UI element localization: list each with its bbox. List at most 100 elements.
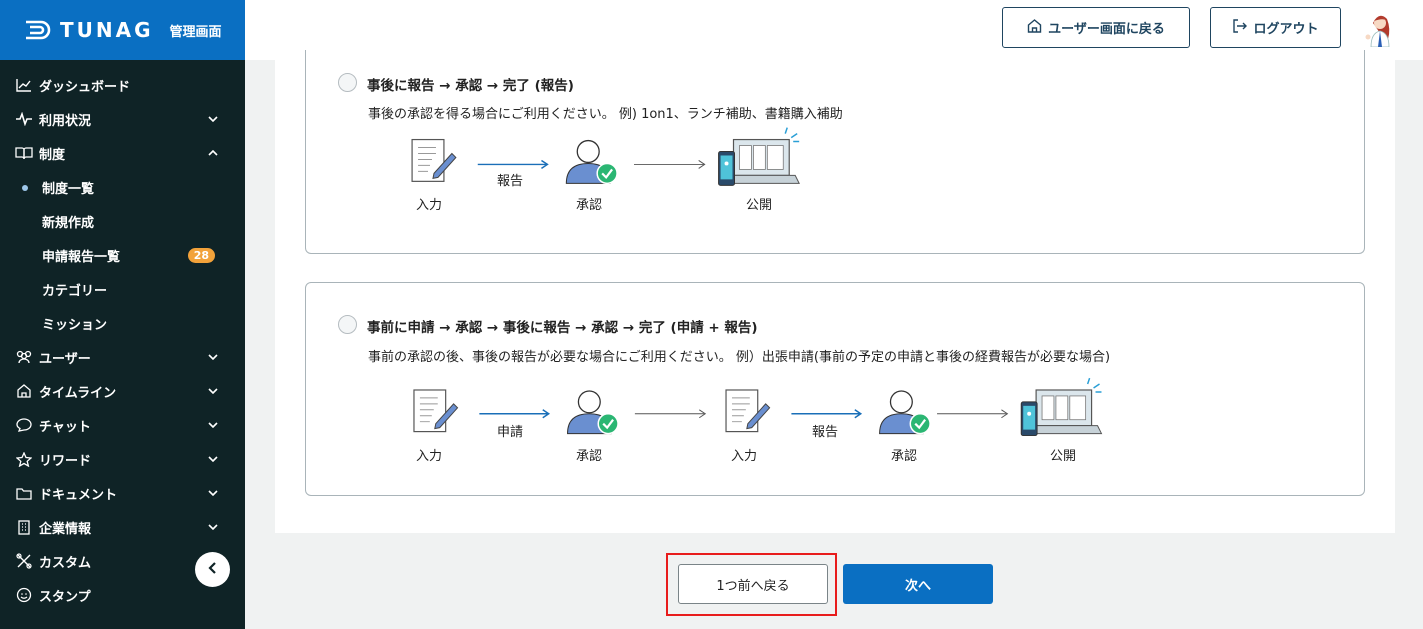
sidebar-item-company[interactable]: 企業情報 — [0, 510, 245, 544]
chevron-down-icon — [207, 487, 219, 499]
workflow-option-apply-report[interactable]: 事前に申請 → 承認 → 事後に報告 → 承認 → 完了 (申請 + 報告) 事… — [305, 282, 1365, 496]
flow-label-input: 入力 — [730, 449, 758, 464]
chat-icon — [14, 416, 34, 434]
chevron-down-icon — [207, 351, 219, 363]
sidebar-item-dashboard[interactable]: ダッシュボード — [0, 68, 245, 102]
folder-icon — [14, 484, 34, 502]
sidebar-subitem-label: 新規作成 — [42, 215, 95, 231]
sidebar-subitem-label: ミッション — [42, 317, 108, 333]
flow-arrow-blue — [477, 159, 549, 170]
sidebar-item-timeline[interactable]: タイムライン — [0, 374, 245, 408]
sidebar-item-label: タイムライン — [39, 385, 117, 401]
sidebar-item-label: 制度 — [39, 147, 66, 163]
user-approved-icon — [879, 390, 931, 435]
document-edit-icon — [725, 389, 771, 433]
chevron-down-icon — [207, 453, 219, 465]
logout-label: ログアウト — [1253, 22, 1319, 37]
logout-icon — [1232, 18, 1248, 37]
pulse-icon — [14, 110, 34, 128]
chevron-down-icon — [207, 521, 219, 533]
user-approved-icon — [567, 390, 619, 435]
flow-label-apply: 申請 — [496, 425, 524, 440]
sidebar-item-reward[interactable]: リワード — [0, 442, 245, 476]
flow-arrow-gray — [937, 409, 1009, 419]
building-icon — [14, 518, 34, 536]
chart-icon — [14, 76, 34, 94]
brand-header[interactable]: TUNAG 管理画面 — [0, 0, 245, 60]
star-icon — [14, 450, 34, 468]
book-icon — [14, 144, 34, 162]
back-button[interactable]: 1つ前へ戻る — [678, 564, 828, 604]
sidebar-item-label: ダッシュボード — [39, 79, 131, 95]
flow-label-approve: 承認 — [890, 449, 918, 464]
sidebar-nav: ダッシュボード 利用状況 制度 制度一覧 新規作成 申請報告一覧 28 カテゴリ… — [0, 60, 245, 612]
flow-label-publish: 公開 — [745, 198, 773, 213]
sidebar-item-users[interactable]: ユーザー — [0, 340, 245, 374]
tunag-logo-icon — [24, 19, 52, 41]
sidebar-item-label: リワード — [39, 453, 92, 469]
publish-devices-icon — [1020, 377, 1103, 437]
sidebar-subitem-label: 申請報告一覧 — [42, 249, 121, 265]
sidebar-collapse-button[interactable] — [195, 552, 230, 587]
chevron-left-icon — [207, 560, 218, 579]
option-title: 事前に申請 → 承認 → 事後に報告 → 承認 → 完了 (申請 + 報告) — [367, 320, 758, 336]
sidebar-subitem-new[interactable]: 新規作成 — [0, 204, 245, 238]
chevron-down-icon — [207, 113, 219, 125]
stamp-icon — [14, 586, 34, 604]
document-edit-icon — [413, 389, 459, 433]
flow-label-publish: 公開 — [1049, 449, 1077, 464]
main-card: 事後に報告 → 承認 → 完了 (報告) 事後の承認を得る場合にご利用ください。… — [275, 50, 1395, 533]
sidebar: TUNAG 管理画面 ダッシュボード 利用状況 制度 制度一覧 新規作成 申請報… — [0, 0, 245, 629]
workflow-diagram — [413, 377, 1103, 437]
flow-arrow-gray — [634, 409, 707, 419]
user-screen-label: ユーザー画面に戻る — [1048, 22, 1165, 37]
avatar[interactable] — [1361, 9, 1397, 48]
option-description: 事前の承認の後、事後の報告が必要な場合にご利用ください。 例）出張申請(事前の予… — [368, 350, 1111, 365]
logout-button[interactable]: ログアウト — [1210, 7, 1341, 48]
sidebar-item-label: カスタム — [39, 555, 92, 571]
sidebar-item-chat[interactable]: チャット — [0, 408, 245, 442]
brand-name: TUNAG — [60, 18, 154, 42]
user-screen-button[interactable]: ユーザー画面に戻る — [1002, 7, 1190, 48]
sidebar-subitem-applications[interactable]: 申請報告一覧 28 — [0, 238, 245, 272]
option-title: 事後に報告 → 承認 → 完了 (報告) — [367, 78, 574, 94]
sidebar-subitem-category[interactable]: カテゴリー — [0, 272, 245, 306]
sidebar-subitem-label: カテゴリー — [42, 283, 108, 299]
sidebar-subitem-system-list[interactable]: 制度一覧 — [0, 170, 245, 204]
sidebar-item-label: チャット — [39, 419, 91, 435]
count-badge: 28 — [187, 247, 215, 263]
workflow-option-report[interactable]: 事後に報告 → 承認 → 完了 (報告) 事後の承認を得る場合にご利用ください。… — [305, 50, 1365, 254]
sidebar-item-label: スタンプ — [39, 589, 91, 605]
chevron-up-icon — [207, 147, 219, 159]
sidebar-item-label: ユーザー — [39, 351, 91, 367]
chevron-down-icon — [207, 385, 219, 397]
option-description: 事後の承認を得る場合にご利用ください。 例) 1on1、ランチ補助、書籍購入補助 — [368, 107, 843, 122]
next-button[interactable]: 次へ — [843, 564, 993, 604]
flow-label-report: 報告 — [496, 174, 524, 189]
radio-option-apply-report[interactable] — [338, 315, 357, 334]
home-icon — [14, 382, 34, 400]
document-edit-icon — [411, 138, 457, 182]
radio-option-report[interactable] — [338, 73, 357, 92]
user-approved-icon — [565, 139, 618, 185]
publish-devices-icon — [718, 127, 800, 186]
flow-label-approve: 承認 — [575, 449, 603, 464]
sidebar-item-label: ドキュメント — [39, 487, 118, 503]
brand-logo: TUNAG — [24, 18, 154, 42]
flow-arrow-blue — [791, 409, 863, 419]
sidebar-item-system[interactable]: 制度 — [0, 136, 245, 170]
flow-label-input: 入力 — [415, 198, 443, 213]
sidebar-subitem-mission[interactable]: ミッション — [0, 306, 245, 340]
sidebar-subitem-label: 制度一覧 — [42, 181, 95, 197]
sidebar-item-documents[interactable]: ドキュメント — [0, 476, 245, 510]
chevron-down-icon — [207, 419, 219, 431]
brand-subtitle: 管理画面 — [169, 24, 222, 40]
users-icon — [14, 348, 34, 366]
sidebar-item-label: 利用状況 — [39, 113, 92, 129]
flow-arrow-blue — [479, 409, 551, 419]
home-icon — [1027, 18, 1042, 37]
sidebar-item-usage[interactable]: 利用状況 — [0, 102, 245, 136]
tools-icon — [14, 552, 34, 570]
sidebar-item-label: 企業情報 — [39, 521, 92, 537]
flow-label-input: 入力 — [415, 449, 443, 464]
